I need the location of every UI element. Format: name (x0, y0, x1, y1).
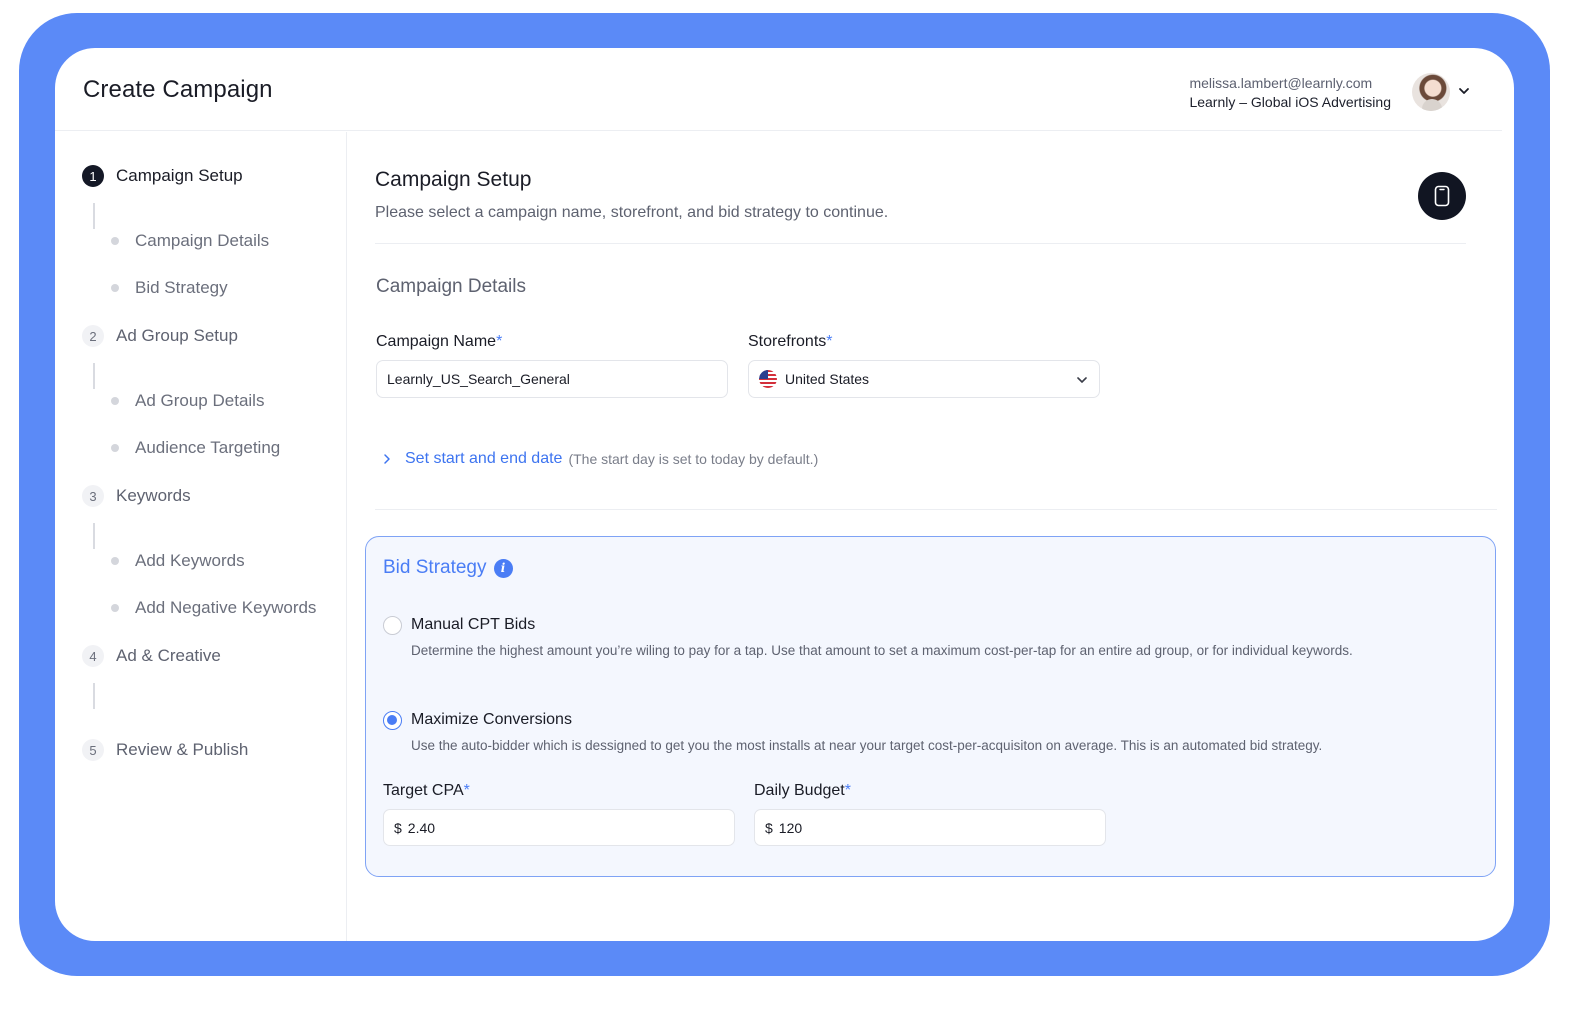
chevron-right-icon (384, 454, 390, 464)
currency-symbol: $ (765, 819, 773, 836)
chevron-down-icon[interactable] (1457, 84, 1471, 98)
account-info[interactable]: melissa.lambert@learnly.com Learnly – Gl… (1189, 74, 1391, 112)
substep-dot (111, 284, 119, 292)
step-number: 3 (82, 485, 104, 507)
step-label: Keywords (116, 486, 191, 505)
substep-campaign-details[interactable]: Campaign Details (111, 231, 269, 251)
currency-symbol: $ (394, 819, 402, 836)
account-org: Learnly – Global iOS Advertising (1189, 94, 1391, 110)
step-number: 1 (82, 165, 104, 187)
step-number: 5 (82, 739, 104, 761)
substep-add-negative-keywords[interactable]: Add Negative Keywords (111, 598, 316, 618)
substep-dot (111, 444, 119, 452)
step-label: Campaign Setup (116, 166, 243, 185)
main-content: Campaign Setup Please select a campaign … (348, 132, 1514, 941)
option-maximize-conversions[interactable]: Maximize Conversions Use the auto-bidder… (383, 707, 1322, 757)
substep-label: Bid Strategy (135, 278, 228, 297)
chevron-down-icon (1077, 377, 1087, 383)
option-manual-cpt[interactable]: Manual CPT Bids Determine the highest am… (383, 612, 1353, 662)
option-text: Manual CPT Bids Determine the highest am… (411, 612, 1353, 662)
device-preview-button[interactable] (1418, 172, 1466, 220)
campaign-name-label: Campaign Name* (376, 333, 502, 351)
substep-add-keywords[interactable]: Add Keywords (111, 551, 245, 571)
steps-sidebar: 1 Campaign Setup Campaign Details Bid St… (55, 132, 347, 941)
step-review-publish[interactable]: 5 Review & Publish (82, 739, 248, 761)
date-range-hint: (The start day is set to today by defaul… (568, 451, 819, 467)
label-text: Campaign Name (376, 333, 497, 350)
radio-maximize-conversions[interactable] (383, 711, 402, 730)
substep-audience-targeting[interactable]: Audience Targeting (111, 438, 280, 458)
step-number: 4 (82, 645, 104, 667)
required-mark: * (826, 333, 833, 350)
step-campaign-setup[interactable]: 1 Campaign Setup (82, 165, 243, 187)
step-ad-creative[interactable]: 4 Ad & Creative (82, 645, 221, 667)
section-heading: Campaign Setup (375, 168, 532, 191)
label-text: Target CPA (383, 782, 464, 799)
campaign-details-title: Campaign Details (376, 276, 526, 297)
radio-manual-cpt[interactable] (383, 616, 402, 635)
phone-icon (1434, 185, 1450, 207)
step-number: 2 (82, 325, 104, 347)
divider (375, 509, 1497, 510)
daily-budget-label: Daily Budget* (754, 782, 851, 800)
required-mark: * (463, 782, 470, 799)
step-label: Review & Publish (116, 740, 249, 759)
required-mark: * (844, 782, 851, 799)
substep-ad-group-details[interactable]: Ad Group Details (111, 391, 264, 411)
app-window: Create Campaign melissa.lambert@learnly.… (55, 48, 1514, 941)
bid-strategy-header: Bid Strategy i (383, 557, 513, 579)
option-text: Maximize Conversions Use the auto-bidder… (411, 707, 1322, 757)
page-title: Create Campaign (83, 76, 273, 103)
step-connector (93, 203, 95, 229)
info-icon[interactable]: i (493, 558, 513, 578)
section-description: Please select a campaign name, storefron… (375, 204, 889, 221)
required-mark: * (496, 333, 503, 350)
step-label: Ad & Creative (116, 646, 221, 665)
label-text: Storefronts (748, 333, 827, 350)
substep-dot (111, 557, 119, 565)
target-cpa-label: Target CPA* (383, 782, 470, 800)
substep-dot (111, 237, 119, 245)
option-description: Use the auto-bidder which is dessigned t… (411, 738, 1323, 753)
avatar[interactable] (1412, 73, 1450, 111)
step-keywords[interactable]: 3 Keywords (82, 485, 191, 507)
step-ad-group-setup[interactable]: 2 Ad Group Setup (82, 325, 238, 347)
date-range-link[interactable]: Set start and end date (405, 450, 562, 468)
us-flag-icon (759, 370, 777, 388)
storefront-value: United States (785, 371, 870, 387)
substep-dot (111, 397, 119, 405)
campaign-name-input[interactable] (376, 360, 728, 398)
divider (375, 243, 1466, 244)
storefronts-label: Storefronts* (748, 333, 833, 351)
storefront-select[interactable]: United States (748, 360, 1100, 398)
step-connector (93, 523, 95, 549)
step-connector (93, 363, 95, 389)
substep-bid-strategy[interactable]: Bid Strategy (111, 278, 228, 298)
target-cpa-field[interactable]: $ (383, 809, 735, 846)
target-cpa-input[interactable] (407, 819, 708, 836)
substep-label: Ad Group Details (135, 391, 265, 410)
bid-strategy-title: Bid Strategy (383, 557, 487, 578)
substep-label: Add Negative Keywords (135, 598, 317, 617)
step-label: Ad Group Setup (116, 326, 238, 345)
account-email: melissa.lambert@learnly.com (1189, 75, 1373, 91)
daily-budget-input[interactable] (778, 819, 1079, 836)
option-description: Determine the highest amount you’re wili… (411, 643, 1353, 658)
bid-strategy-panel: Bid Strategy i Manual CPT Bids Determine… (365, 536, 1496, 877)
step-connector (93, 683, 95, 709)
header: Create Campaign melissa.lambert@learnly.… (55, 48, 1502, 131)
substep-label: Campaign Details (135, 231, 270, 250)
daily-budget-field[interactable]: $ (754, 809, 1106, 846)
option-title: Maximize Conversions (411, 711, 572, 728)
substep-label: Add Keywords (135, 551, 245, 570)
option-title: Manual CPT Bids (411, 616, 536, 633)
label-text: Daily Budget (754, 782, 845, 799)
substep-label: Audience Targeting (135, 438, 281, 457)
date-range-toggle[interactable]: Set start and end date (The start day is… (381, 450, 818, 468)
substep-dot (111, 604, 119, 612)
